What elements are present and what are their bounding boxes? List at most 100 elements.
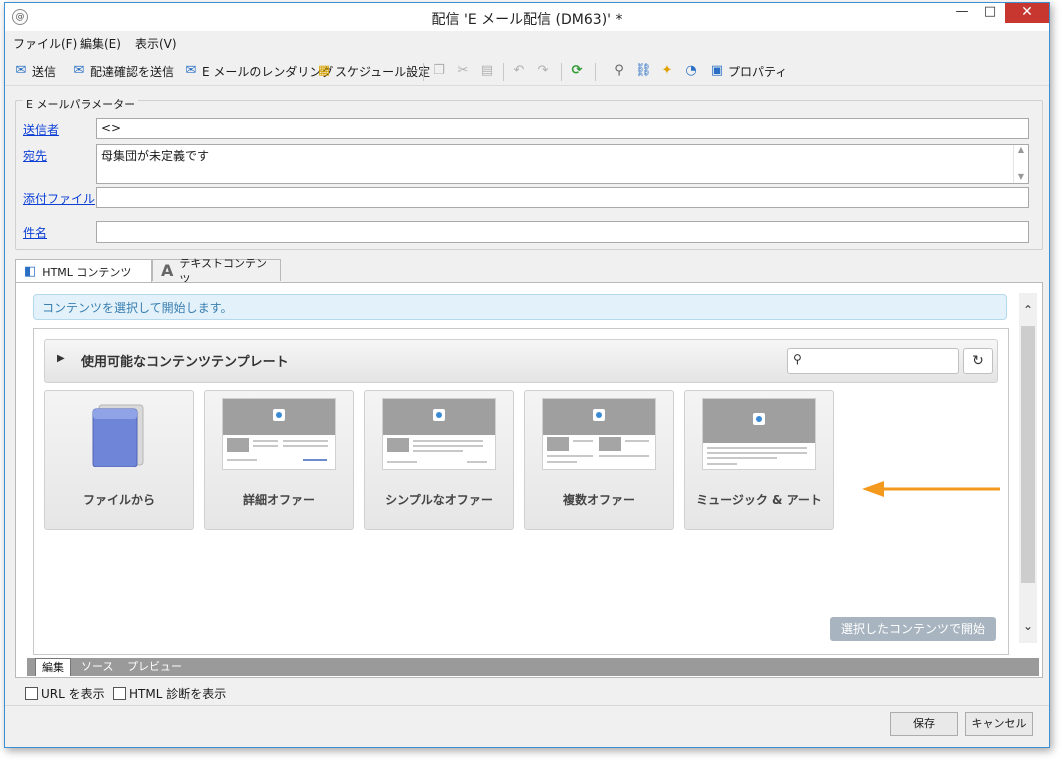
refresh-button[interactable]: ⟳ [569,61,585,81]
title-bar: @ 配信 'E メール配信 (DM63)' * — □ ✕ [5,3,1049,31]
envelope-render-icon: ✉ [185,63,197,78]
to-field-scrollbar[interactable]: ▲ ▼ [1013,145,1028,183]
undo-button[interactable]: ↶ [511,61,527,81]
menu-bar: ファイル(F) 編集(E) 表示(V) [5,32,1049,52]
copy-button[interactable]: ❐ [431,61,447,81]
template-card-label: 複数オファー [562,493,635,507]
scrollbar-thumb[interactable] [1021,326,1035,583]
show-url-label: URL を表示 [41,687,105,701]
tab-source[interactable]: ソース [75,658,119,676]
footer-divider [5,705,1049,706]
undo-icon: ↶ [513,63,525,78]
save-button[interactable]: 保存 [890,712,958,736]
clipboard-icon: ▣ [710,63,724,78]
schedule-label: スケジュール設定 [335,64,431,79]
templates-title: 使用可能なコンテンツテンプレート [81,355,289,370]
tab-edit[interactable]: 編集 [35,658,71,676]
tab-preview[interactable]: プレビュー [121,658,188,676]
menu-file[interactable]: ファイル(F) [13,35,77,52]
template-thumbnail [382,398,496,470]
to-field[interactable]: 母集団が未定義です ▲ ▼ [96,144,1029,184]
subject-link[interactable]: 件名 [23,224,47,241]
chevron-up-icon[interactable]: ⌃ [1019,303,1037,317]
envelope-check-icon: ✉ [73,63,85,78]
template-card-detailed-offer[interactable]: 詳細オファー [204,390,354,530]
show-url-checkbox[interactable]: URL を表示 [25,685,105,702]
panel-scrollbar[interactable]: ⌃ ⌄ [1019,293,1037,643]
paste-icon: ▤ [480,63,494,78]
template-card-music-art[interactable]: ミュージック & アート [684,390,834,530]
send-proof-button[interactable]: ✉ 配達確認を送信 [71,61,174,81]
template-card-label: ファイルから [82,493,155,507]
toolbar-separator [595,63,596,81]
template-chooser: ▶ 使用可能なコンテンツテンプレート ⚲ ↻ ファイルから 詳細オファー シンプ… [33,328,1009,655]
redo-button[interactable]: ↷ [535,61,551,81]
cut-icon: ✂ [457,63,469,78]
template-card-multiple-offers[interactable]: 複数オファー [524,390,674,530]
toolbar: ✉ 送信 ✉ 配達確認を送信 ✉ E メールのレンダリング ▦ スケジュール設定… [5,57,1049,86]
chevron-down-icon[interactable]: ⌄ [1019,619,1037,633]
send-button[interactable]: ✉ 送信 [13,61,56,81]
maximize-button[interactable]: □ [977,3,1003,23]
attach-button[interactable]: ⚲ [611,61,627,81]
orange-arrow-icon [862,481,1000,497]
templates-header[interactable]: ▶ 使用可能なコンテンツテンプレート ⚲ ↻ [44,339,998,383]
html-content-panel: コンテンツを選択して開始します。 ▶ 使用可能なコンテンツテンプレート ⚲ ↻ [15,282,1043,678]
properties-button[interactable]: ▣ プロパティ [709,61,787,81]
delivery-window: @ 配信 'E メール配信 (DM63)' * — □ ✕ ファイル(F) 編集… [4,2,1050,748]
redo-icon: ↷ [537,63,549,78]
toolbar-separator [503,63,504,81]
window-title: 配信 'E メール配信 (DM63)' * [431,12,623,28]
tab-text-content[interactable]: A テキストコンテンツ [152,257,281,286]
send-proof-label: 配達確認を送信 [90,64,175,79]
attachment-field[interactable] [96,187,1029,208]
to-link[interactable]: 宛先 [23,147,47,164]
cancel-button[interactable]: キャンセル [965,712,1033,736]
checkbox-box[interactable] [25,687,38,700]
template-thumbnail [542,398,656,470]
template-card-from-file[interactable]: ファイルから [44,390,194,530]
menu-view[interactable]: 表示(V) [135,35,177,52]
toolbar-separator [423,63,424,81]
subject-field[interactable] [96,221,1029,243]
template-search-input[interactable]: ⚲ [787,348,959,374]
tracking-button[interactable]: ◔ [683,61,699,81]
template-refresh-button[interactable]: ↻ [963,348,993,374]
template-card-simple-offer[interactable]: シンプルなオファー [364,390,514,530]
cut-button[interactable]: ✂ [455,61,471,81]
calendar-icon: ▦ [317,63,331,78]
checkbox-box[interactable] [113,687,126,700]
sender-link[interactable]: 送信者 [23,121,59,138]
info-notice: コンテンツを選択して開始します。 [33,294,1007,320]
render-email-button[interactable]: ✉ E メールのレンダリング [183,61,334,81]
tracking-icon: ◔ [685,63,697,78]
copy-icon: ❐ [433,63,445,78]
email-parameters-legend: E メールパラメーター [23,96,139,112]
menu-edit[interactable]: 編集(E) [80,35,121,52]
to-value: 母集団が未定義です [101,149,210,163]
link-button[interactable]: ⛓ [635,61,652,81]
template-card-label: 詳細オファー [242,493,315,507]
gift-icon: ✦ [661,63,673,78]
offer-button[interactable]: ✦ [659,61,675,81]
sender-field[interactable]: <> [96,118,1029,139]
close-button[interactable]: ✕ [1005,3,1049,23]
minimize-button[interactable]: — [949,3,975,23]
tab-html-content[interactable]: ◧ HTML コンテンツ [15,259,152,283]
properties-label: プロパティ [728,64,788,79]
scroll-up-icon[interactable]: ▲ [1014,145,1028,154]
template-card-label: シンプルなオファー [385,493,493,507]
send-label: 送信 [32,64,57,79]
template-thumbnail [222,398,336,470]
link-icon: ⛓ [635,63,652,78]
attachment-link[interactable]: 添付ファイル [23,190,95,207]
scroll-down-icon[interactable]: ▼ [1014,172,1028,181]
schedule-button[interactable]: ▦ スケジュール設定 [316,61,430,81]
start-with-selected-content-button[interactable]: 選択したコンテンツで開始 [830,617,996,641]
paste-button[interactable]: ▤ [479,61,495,81]
expand-caret-icon[interactable]: ▶ [57,353,65,364]
refresh-icon: ↻ [972,353,984,369]
html-content-icon: ◧ [24,264,37,279]
show-html-diagnostics-checkbox[interactable]: HTML 診断を表示 [113,685,226,702]
refresh-icon: ⟳ [571,63,583,78]
